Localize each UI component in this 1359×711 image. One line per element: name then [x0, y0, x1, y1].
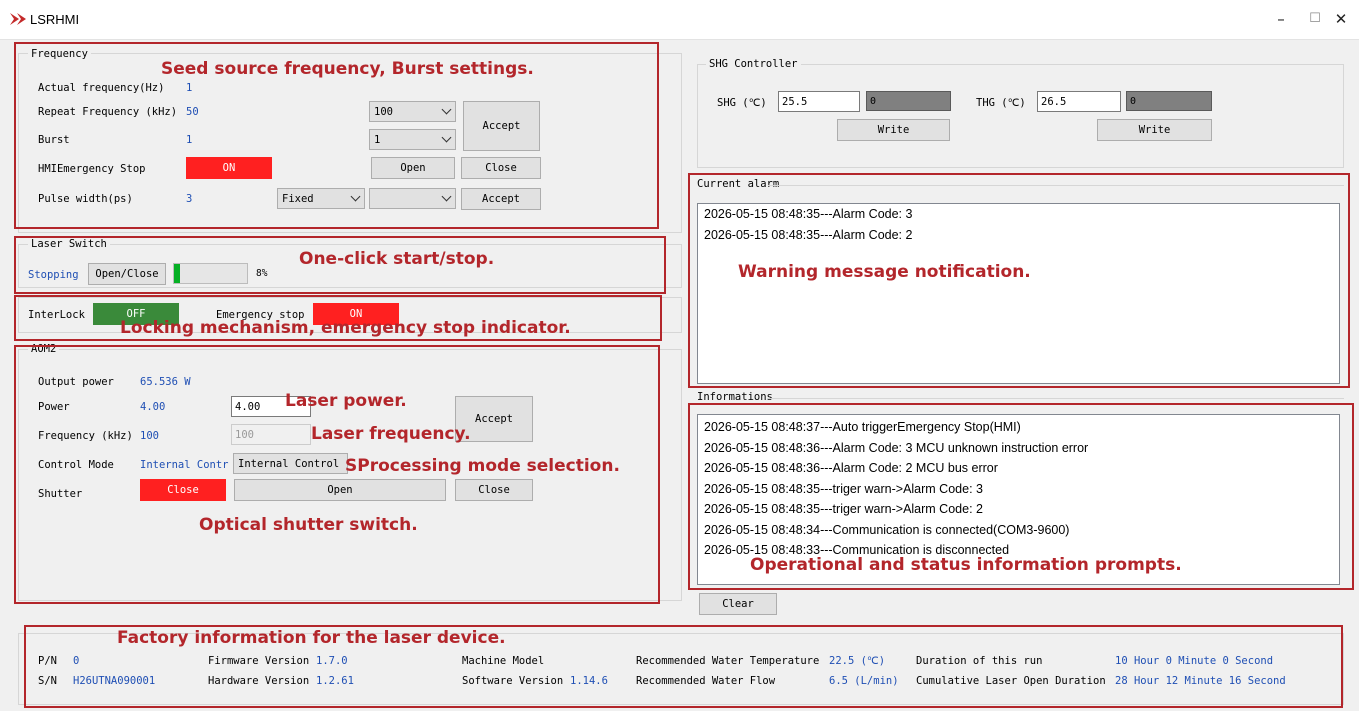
informations-title: Informations	[697, 391, 773, 403]
window-title: LSRHMI	[30, 12, 80, 27]
annotation-laser-power: Laser power.	[285, 391, 407, 411]
annotation-processing-mode: SProcessing mode selection.	[345, 456, 620, 476]
annotation-locking: Locking mechanism, emergency stop indica…	[120, 318, 571, 338]
minimize-button[interactable]: –	[1268, 8, 1294, 30]
annotation-factory: Factory information for the laser device…	[117, 628, 506, 648]
maximize-button[interactable]: ☐	[1302, 8, 1328, 30]
annotation-shutter: Optical shutter switch.	[199, 515, 418, 535]
thg-readout: 0	[1126, 91, 1212, 111]
title-bar: LSRHMI – ☐ ✕	[0, 0, 1359, 40]
thg-input[interactable]: 26.5	[1037, 91, 1121, 112]
shg-write-button[interactable]: Write	[837, 119, 950, 141]
shg-group-title: SHG Controller	[706, 58, 801, 70]
annotation-laser-frequency: Laser frequency.	[311, 424, 471, 444]
clear-button[interactable]: Clear	[699, 593, 777, 615]
thg-write-button[interactable]: Write	[1097, 119, 1212, 141]
shg-group	[697, 64, 1344, 168]
app-logo-icon	[10, 13, 26, 25]
thg-label: THG (℃)	[976, 97, 1026, 109]
shg-input[interactable]: 25.5	[778, 91, 860, 112]
shg-readout: 0	[866, 91, 951, 111]
annotation-operational: Operational and status information promp…	[750, 555, 1182, 575]
close-window-button[interactable]: ✕	[1328, 8, 1354, 30]
annotation-seed-frequency: Seed source frequency, Burst settings.	[161, 59, 534, 79]
info-title-rule	[768, 398, 1344, 399]
annotation-warning: Warning message notification.	[738, 262, 1031, 282]
annotation-one-click: One-click start/stop.	[299, 249, 495, 269]
shg-label: SHG (℃)	[717, 97, 767, 109]
